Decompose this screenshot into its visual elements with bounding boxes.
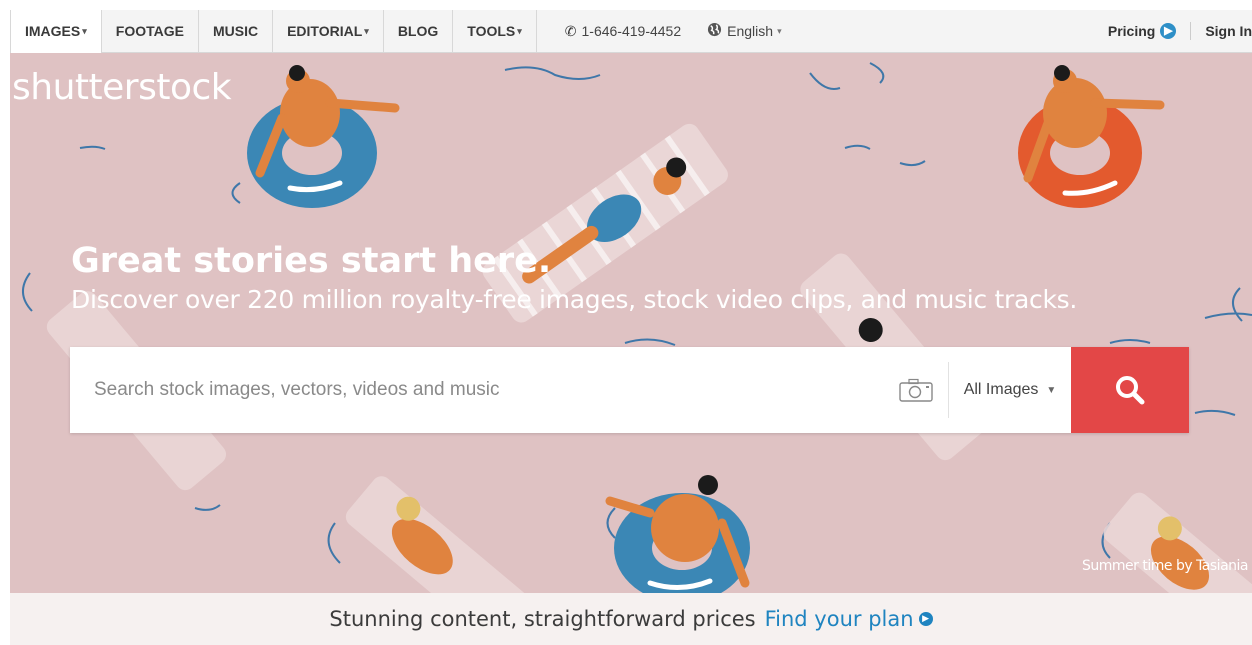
find-plan-label: Find your plan bbox=[764, 607, 914, 631]
language-label: English bbox=[727, 23, 774, 39]
camera-icon[interactable] bbox=[898, 377, 934, 403]
nav-music[interactable]: MUSIC bbox=[199, 10, 274, 53]
caret-down-icon: ▼ bbox=[1046, 384, 1057, 396]
find-plan-link[interactable]: Find your plan ▶ bbox=[765, 607, 933, 631]
phone-number: 1-646-419-4452 bbox=[581, 23, 682, 39]
promo-strip: Stunning content, straightforward prices… bbox=[10, 593, 1252, 645]
nav-blog[interactable]: BLOG bbox=[384, 10, 454, 53]
caret-down-icon: ▾ bbox=[82, 25, 87, 36]
chevron-right-circle-icon: ▶ bbox=[918, 612, 933, 626]
nav-footage[interactable]: FOOTAGE bbox=[102, 10, 199, 53]
nav-tools[interactable]: TOOLS ▾ bbox=[453, 10, 537, 53]
pricing-link[interactable]: Pricing ▶ bbox=[1107, 22, 1192, 40]
search-icon bbox=[1116, 376, 1145, 405]
promo-text: Stunning content, straightforward prices bbox=[329, 607, 756, 631]
caret-down-icon: ▾ bbox=[777, 25, 782, 36]
sign-in-link[interactable]: Sign In bbox=[1191, 23, 1252, 39]
hero-subline: Discover over 220 million royalty-free i… bbox=[71, 285, 1078, 314]
hero-headline: Great stories start here. bbox=[71, 241, 552, 281]
nav-right: Pricing ▶ Sign In bbox=[1108, 10, 1252, 53]
nav-footage-label: FOOTAGE bbox=[115, 23, 184, 39]
nav-images[interactable]: IMAGES ▾ bbox=[10, 10, 102, 53]
top-nav: IMAGES ▾ FOOTAGE MUSIC EDITORIAL ▾ BLOG … bbox=[10, 10, 1252, 53]
phone-icon: ✆ bbox=[564, 22, 577, 39]
globe-icon bbox=[707, 22, 722, 40]
shutterstock-logo[interactable]: shutterstock bbox=[12, 67, 232, 108]
hero-illustration bbox=[22, 62, 1252, 593]
caret-down-icon: ▾ bbox=[517, 25, 522, 36]
language-selector[interactable]: English ▾ bbox=[707, 22, 782, 40]
image-credit[interactable]: Summer time by Tasiania bbox=[1082, 558, 1248, 574]
search-bar: All Images ▼ bbox=[70, 346, 1189, 434]
nav-editorial[interactable]: EDITORIAL ▾ bbox=[273, 10, 384, 53]
pricing-label: Pricing bbox=[1107, 23, 1156, 39]
search-button[interactable] bbox=[1071, 347, 1189, 433]
chevron-right-circle-icon: ▶ bbox=[1160, 23, 1177, 39]
search-input[interactable] bbox=[70, 346, 898, 434]
nav-tools-label: TOOLS bbox=[467, 23, 516, 39]
phone-link[interactable]: ✆ 1-646-419-4452 bbox=[565, 23, 681, 40]
nav-music-label: MUSIC bbox=[212, 23, 259, 39]
caret-down-icon: ▾ bbox=[364, 25, 369, 36]
hero-banner: shutterstock Great stories start here. D… bbox=[10, 53, 1252, 593]
nav-blog-label: BLOG bbox=[397, 23, 439, 39]
nav-editorial-label: EDITORIAL bbox=[287, 23, 363, 39]
nav-images-label: IMAGES bbox=[25, 23, 81, 39]
page: IMAGES ▾ FOOTAGE MUSIC EDITORIAL ▾ BLOG … bbox=[10, 10, 1252, 645]
search-type-label: All Images bbox=[963, 381, 1039, 398]
search-type-dropdown[interactable]: All Images ▼ bbox=[949, 347, 1071, 433]
